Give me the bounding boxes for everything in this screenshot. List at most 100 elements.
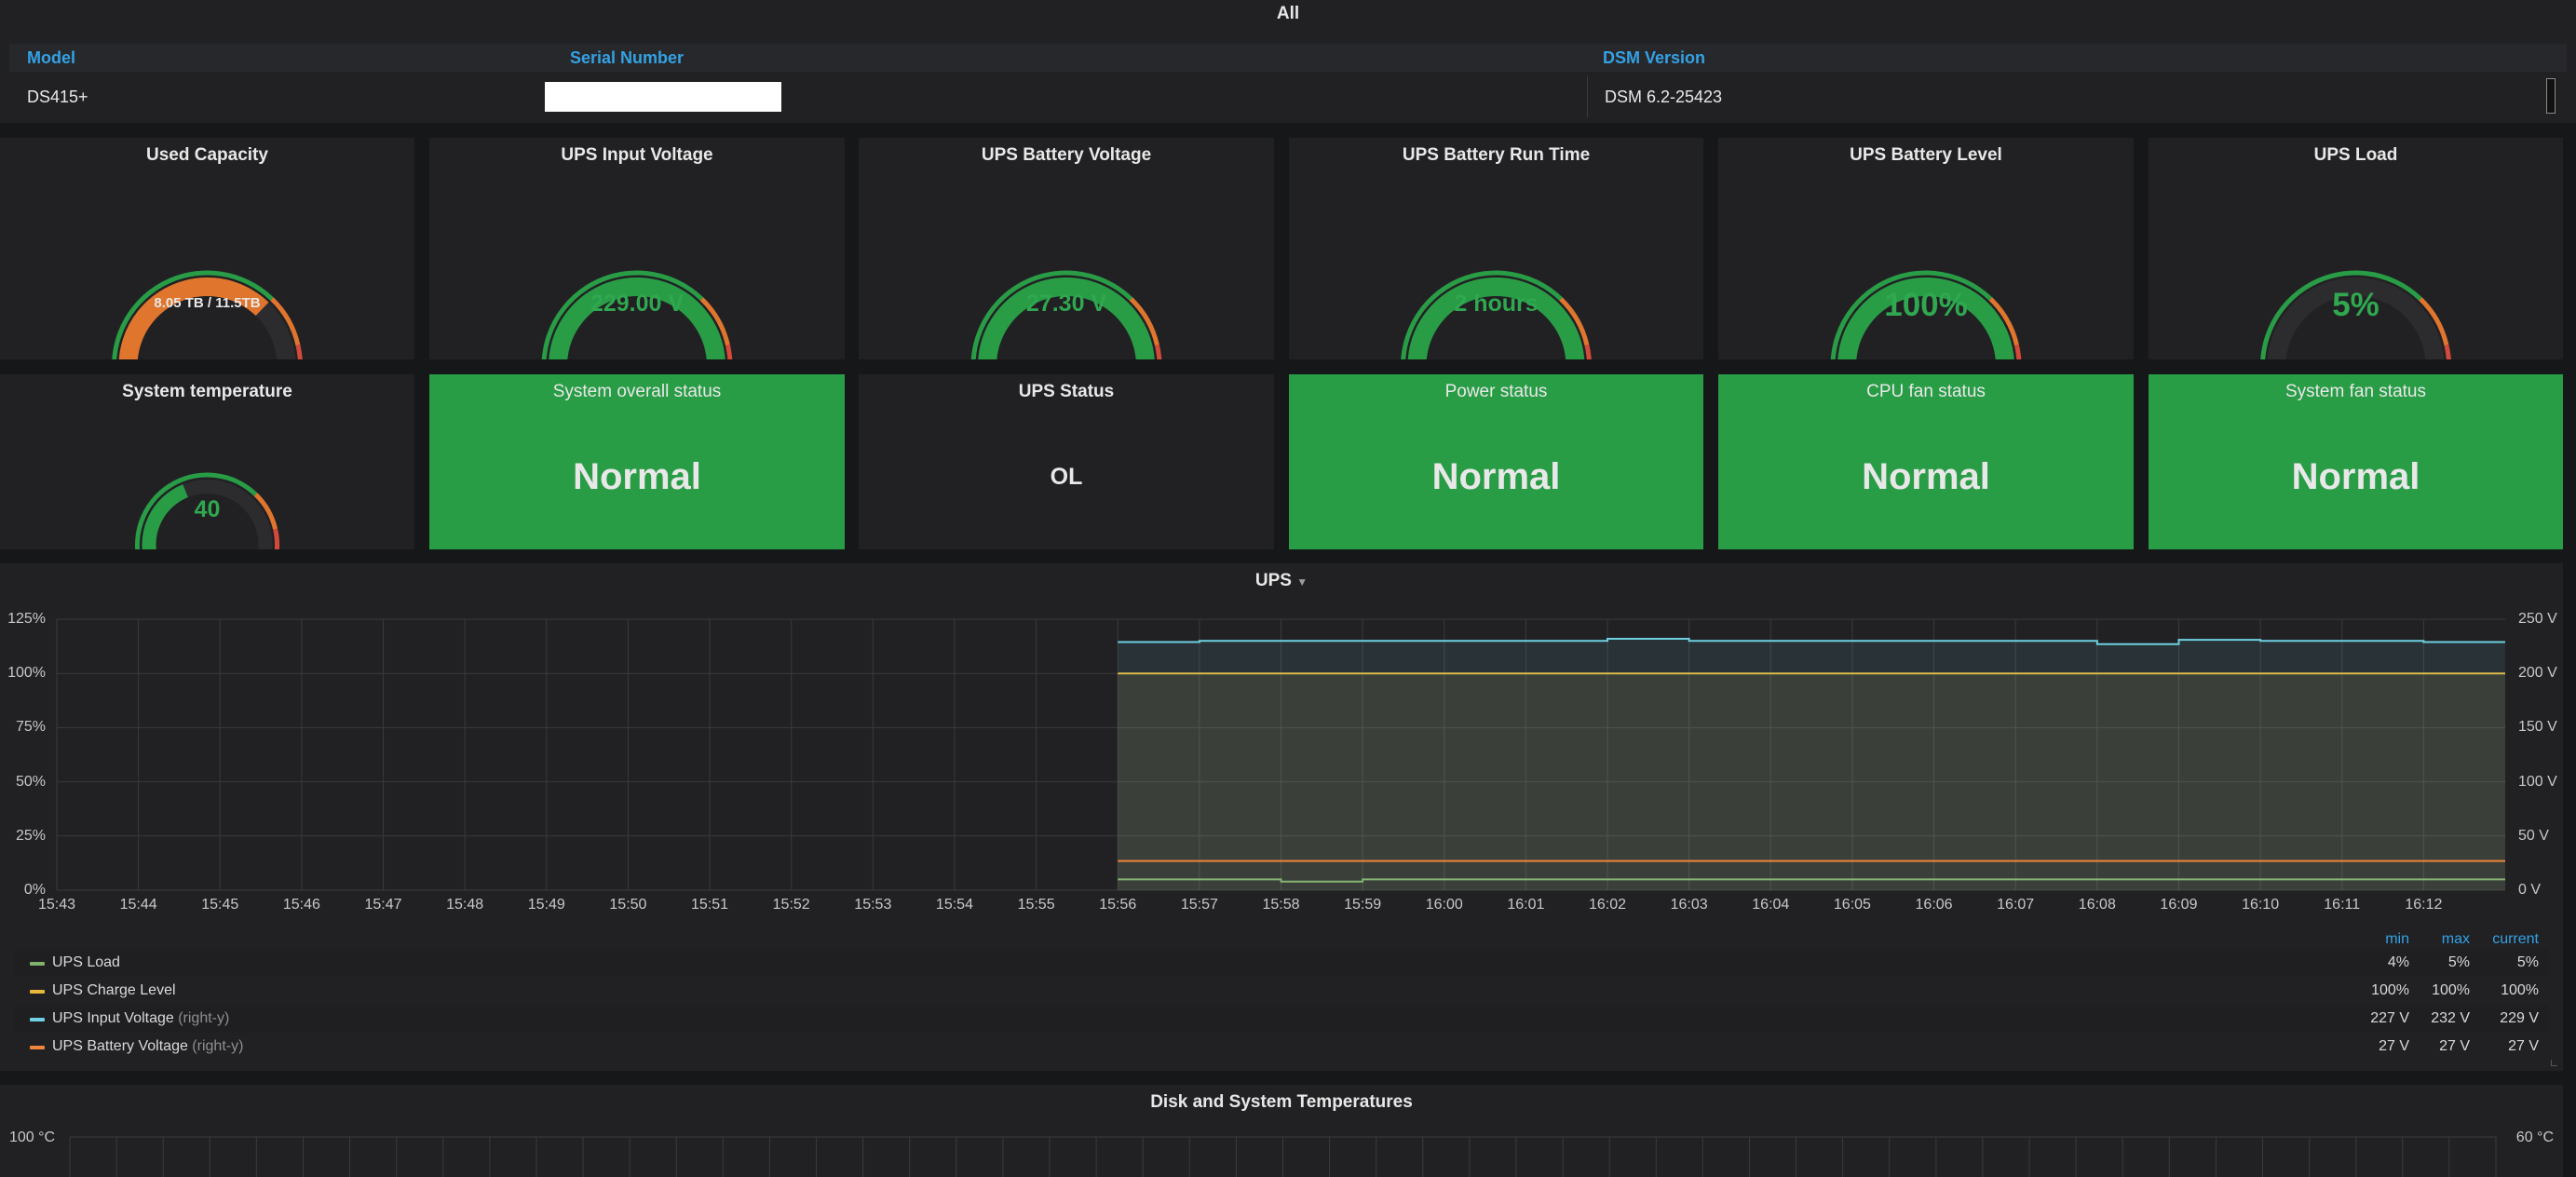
status-panel-system-fan: System fan status Normal	[2149, 374, 2563, 549]
y-left-tick: 100%	[7, 665, 46, 682]
gauge-threshold-2	[1584, 344, 1592, 359]
x-tick: 15:55	[1017, 897, 1055, 913]
y-right-tick: 250 V	[2518, 611, 2557, 627]
x-tick: 16:00	[1425, 897, 1463, 913]
status-title[interactable]: System fan status	[2149, 382, 2563, 402]
status-value: OL	[1050, 464, 1083, 490]
x-tick: 15:47	[364, 897, 402, 913]
y-left-tick: 125%	[7, 611, 46, 627]
legend-current: 5%	[2516, 954, 2539, 970]
status-value: Normal	[1431, 456, 1561, 497]
x-tick: 15:53	[854, 897, 892, 913]
gauge-value: 5%	[2332, 287, 2379, 323]
legend-row[interactable]: UPS Battery Voltage (right-y) 27 V 27 V 27 …	[15, 1033, 2548, 1061]
x-tick: 15:50	[609, 897, 647, 913]
legend-max: 5%	[2447, 954, 2470, 970]
x-tick: 16:08	[2078, 897, 2116, 913]
legend-series-name[interactable]: UPS Load	[52, 954, 120, 971]
resize-handle-icon[interactable]: ∟	[2549, 1058, 2559, 1069]
legend-row[interactable]: UPS Charge Level 100% 100% 100%	[15, 977, 2548, 1005]
status-title[interactable]: CPU fan status	[1718, 382, 2134, 402]
x-tick: 15:56	[1099, 897, 1137, 913]
legend-right-y-tag: (right-y)	[187, 1038, 244, 1054]
info-table-row: DS415+ DSM 6.2-25423	[9, 76, 2567, 117]
x-tick: 16:05	[1833, 897, 1871, 913]
legend-max: 232 V	[2431, 1010, 2470, 1026]
legend-table: min max current UPS Load 4% 5% 5% UPS Charge…	[0, 920, 2563, 1071]
column-header-serial-number[interactable]: Serial Number	[570, 48, 684, 68]
dsm-version-cell: DSM 6.2-25423	[1605, 88, 1723, 106]
temperature-graph-panel: Disk and System Temperatures 100 °C 60 °…	[0, 1085, 2563, 1177]
x-tick: 16:02	[1589, 897, 1627, 913]
gauge-value: 8.05 TB / 11.5TB	[154, 295, 261, 311]
gauge-used-capacity	[112, 270, 303, 359]
column-header-dsm-version[interactable]: DSM Version	[1603, 48, 1705, 68]
gauge-panel-used-capacity: Used Capacity 8.05 TB / 11.5TB	[0, 138, 414, 359]
x-tick: 16:12	[2405, 897, 2443, 913]
x-tick: 15:58	[1262, 897, 1300, 913]
gauge-panel-ups-battery-voltage: UPS Battery Voltage 27.30 V	[859, 138, 1274, 359]
status-value: Normal	[2291, 456, 2420, 497]
legend-series-name[interactable]: UPS Charge Level	[52, 982, 176, 999]
legend-current: 27 V	[2508, 1038, 2539, 1054]
x-tick: 15:54	[935, 897, 973, 913]
x-tick: 16:09	[2160, 897, 2198, 913]
temperature-chart[interactable]	[0, 1085, 2563, 1177]
gauge-threshold-2	[725, 344, 733, 359]
gauge-ups-input-voltage	[541, 270, 733, 359]
legend-color-swatch[interactable]	[30, 990, 45, 994]
status-title[interactable]: Power status	[1289, 382, 1703, 402]
gauge-panel-system-temperature: System temperature 40	[0, 374, 414, 549]
y-left-tick: 75%	[15, 719, 46, 736]
x-tick: 15:45	[201, 897, 239, 913]
gauge-threshold-2	[273, 528, 279, 549]
y-right-tick: 50 V	[2518, 827, 2549, 844]
status-panel-ups-status: UPS Status OL	[859, 374, 1274, 549]
status-panel-cpu-fan: CPU fan status Normal	[1718, 374, 2134, 549]
legend-header-max[interactable]: max	[2414, 931, 2470, 948]
gauge-ups-battery-voltage	[970, 270, 1162, 359]
gauge-value: 40	[194, 496, 221, 522]
x-tick: 15:59	[1344, 897, 1382, 913]
legend-series-name[interactable]: UPS Input Voltage (right-y)	[52, 1010, 229, 1027]
legend-min: 27 V	[2379, 1038, 2409, 1054]
legend-current: 100%	[2501, 982, 2539, 998]
gauge-threshold-2	[2013, 344, 2022, 359]
cell-divider	[1587, 76, 1588, 117]
legend-color-swatch[interactable]	[30, 962, 45, 966]
info-table-header-row: Model Serial Number DSM Version	[9, 44, 2567, 72]
ups-graph-panel: UPS ▼ 0% 25% 50% 75% 100% 125% 0 V 50 V 100 V 150…	[0, 563, 2563, 1071]
legend-series-name[interactable]: UPS Battery Voltage (right-y)	[52, 1038, 243, 1055]
gauge-panel-ups-battery-run-time: UPS Battery Run Time 2 hours	[1289, 138, 1703, 359]
gauge-value: 2 hours	[1454, 291, 1539, 317]
legend-max: 27 V	[2439, 1038, 2470, 1054]
series-area	[1118, 638, 2505, 890]
legend-color-swatch[interactable]	[30, 1018, 45, 1021]
y-left-tick: 25%	[15, 827, 46, 844]
status-panel-system-overall: System overall status Normal	[429, 374, 845, 549]
status-panel-power: Power status Normal	[1289, 374, 1703, 549]
legend-right-y-tag: (right-y)	[173, 1010, 230, 1026]
status-value: Normal	[573, 456, 701, 497]
gauge-value: 27.30 V	[1025, 291, 1107, 317]
legend-row[interactable]: UPS Input Voltage (right-y) 227 V 232 V 229…	[15, 1005, 2548, 1033]
legend-min: 100%	[2371, 982, 2409, 998]
info-table-title[interactable]: All	[0, 4, 2576, 24]
legend-row[interactable]: UPS Load 4% 5% 5%	[15, 949, 2548, 977]
column-header-model[interactable]: Model	[27, 48, 75, 68]
gauge-threshold-2	[2444, 344, 2451, 359]
x-tick: 16:11	[2324, 897, 2361, 913]
legend-color-swatch[interactable]	[30, 1046, 45, 1049]
gauge-value: 229.00 V	[590, 291, 685, 317]
status-title[interactable]: System overall status	[429, 382, 845, 402]
legend-header-min[interactable]: min	[2353, 931, 2409, 948]
legend-max: 100%	[2432, 982, 2470, 998]
ups-chart[interactable]	[0, 563, 2563, 936]
table-scrollbar[interactable]	[2546, 78, 2556, 114]
y-right-tick: 0 V	[2518, 882, 2542, 898]
legend-header-current[interactable]: current	[2464, 931, 2539, 948]
x-tick: 15:43	[37, 897, 76, 913]
x-tick: 16:03	[1670, 897, 1708, 913]
gauge-threshold-2	[1154, 344, 1162, 359]
status-title[interactable]: UPS Status	[859, 382, 1274, 402]
